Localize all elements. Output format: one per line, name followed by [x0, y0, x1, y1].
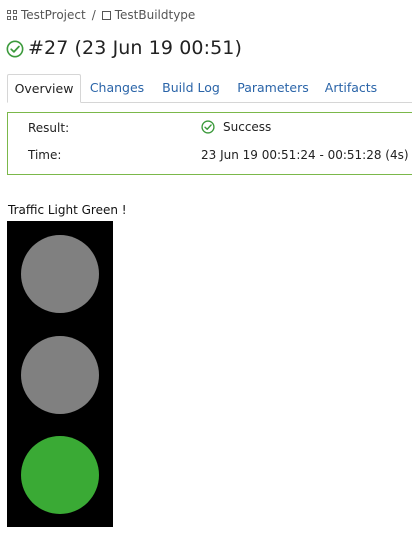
breadcrumb-project-link[interactable]: TestProject: [7, 8, 86, 22]
breadcrumb-separator: /: [91, 8, 96, 22]
success-check-icon: [6, 40, 24, 57]
tab-artifacts[interactable]: Artifacts: [323, 74, 379, 102]
traffic-light-top-lamp: [21, 235, 99, 313]
breadcrumb: TestProject / TestBuildtype: [7, 7, 195, 23]
result-value-row: Success: [201, 120, 271, 134]
time-label: Time:: [28, 148, 62, 162]
build-overview-page: TestProject / TestBuildtype #27 (23 Jun …: [0, 0, 412, 540]
breadcrumb-buildtype-link[interactable]: TestBuildtype: [101, 8, 196, 22]
buildtype-square-icon: [101, 10, 111, 20]
time-value: 23 Jun 19 00:51:24 - 00:51:28 (4s): [201, 148, 409, 162]
breadcrumb-project-label: TestProject: [21, 8, 86, 22]
tab-overview[interactable]: Overview: [7, 74, 81, 103]
traffic-light-bottom-lamp: [21, 436, 99, 514]
page-title: #27 (23 Jun 19 00:51): [28, 37, 242, 59]
tab-build-log[interactable]: Build Log: [158, 74, 224, 102]
breadcrumb-buildtype-label: TestBuildtype: [114, 8, 196, 22]
build-title-row: #27 (23 Jun 19 00:51): [6, 35, 242, 61]
result-label: Result:: [28, 121, 70, 135]
tab-parameters[interactable]: Parameters: [235, 74, 311, 102]
traffic-light: [7, 221, 113, 527]
success-check-icon: [201, 120, 215, 134]
tab-changes[interactable]: Changes: [85, 74, 149, 102]
traffic-light-middle-lamp: [21, 336, 99, 414]
project-grid-icon: [7, 9, 18, 21]
traffic-light-caption: Traffic Light Green !: [8, 203, 127, 217]
result-status-text: Success: [223, 120, 272, 134]
build-tabs: Overview Changes Build Log Parameters Ar…: [7, 74, 412, 103]
build-summary-panel: Result: Success Time: 23 Jun 19 00:51:24…: [7, 112, 412, 175]
